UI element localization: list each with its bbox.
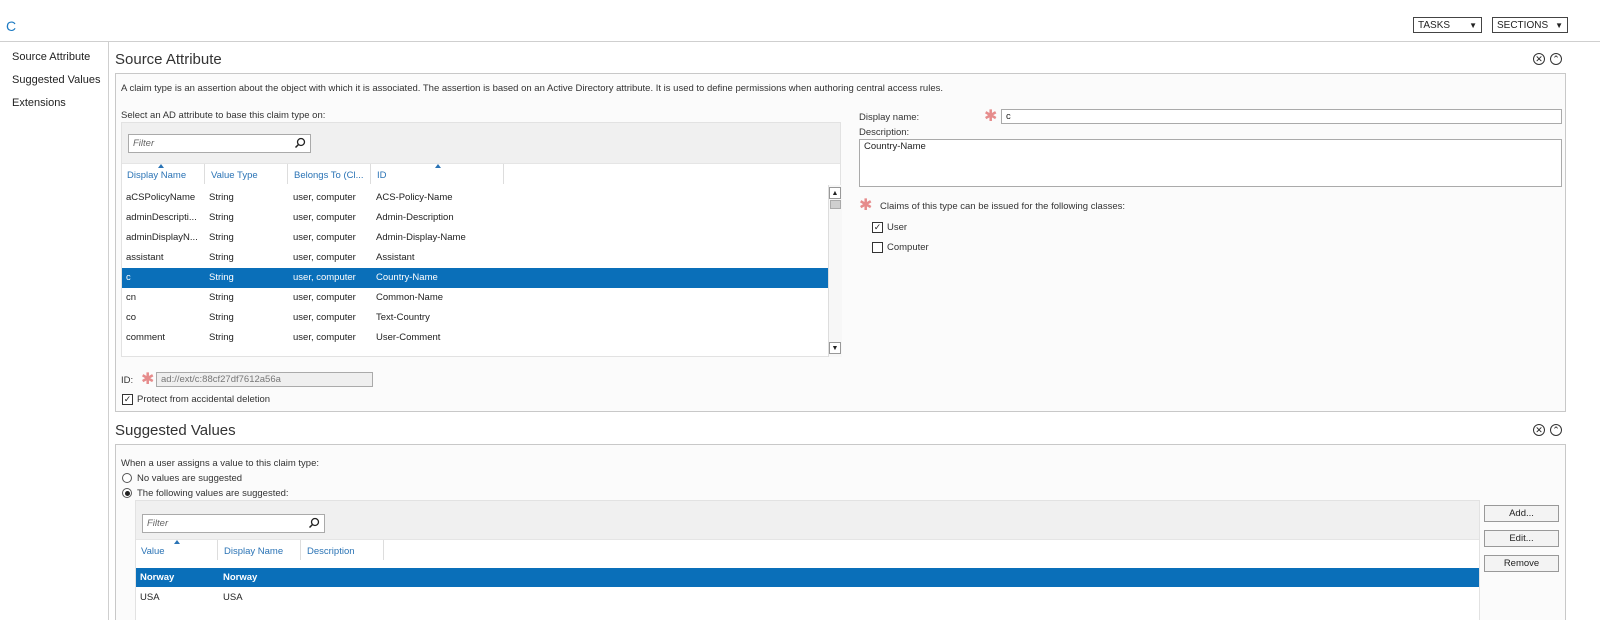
attribute-grid-header: Display Name Value Type Belongs To (Cl..… bbox=[122, 163, 840, 185]
source-attribute-panel: A claim type is an assertion about the o… bbox=[115, 73, 1566, 412]
header-divider bbox=[0, 41, 1600, 42]
tasks-button[interactable]: TASKS ▼ bbox=[1413, 17, 1482, 33]
col-id[interactable]: ID bbox=[377, 170, 387, 181]
window-title: C bbox=[6, 18, 17, 34]
table-row[interactable]: cn String user, computer Common-Name bbox=[122, 288, 828, 308]
edit-value-button[interactable]: Edit... bbox=[1484, 530, 1559, 547]
required-asterisk-icon: ✱ bbox=[141, 371, 155, 388]
select-attribute-label: Select an AD attribute to base this clai… bbox=[121, 110, 326, 121]
following-values-label: The following values are suggested: bbox=[137, 488, 289, 499]
computer-class-label: Computer bbox=[887, 242, 929, 253]
user-class-label: User bbox=[887, 222, 908, 233]
protect-label: Protect from accidental deletion bbox=[137, 394, 271, 405]
computer-class-checkbox[interactable] bbox=[872, 242, 883, 253]
table-row[interactable]: adminDescripti... String user, computer Adm… bbox=[122, 208, 828, 228]
table-row[interactable]: comment String user, computer User-Comment bbox=[122, 328, 828, 348]
no-values-radio[interactable] bbox=[122, 473, 132, 483]
attribute-grid: Filter Display Name Value Type Belongs T… bbox=[121, 122, 842, 357]
values-grid: Filter Value Display Name Description No… bbox=[135, 500, 1480, 620]
section-title-source-attribute: Source Attribute bbox=[115, 51, 222, 68]
id-field: ad://ext/c:88cf27df7612a56a bbox=[156, 372, 373, 387]
suggested-values-panel: When a user assigns a value to this clai… bbox=[115, 444, 1566, 620]
table-row[interactable]: co String user, computer Text-Country bbox=[122, 308, 828, 328]
col-belongs-to[interactable]: Belongs To (Cl... bbox=[294, 170, 364, 181]
user-class-checkbox[interactable]: ✓ bbox=[872, 222, 883, 233]
nav-item-source-attribute[interactable]: Source Attribute bbox=[12, 51, 90, 63]
col-display-name[interactable]: Display Name bbox=[127, 170, 186, 181]
scroll-up-icon[interactable]: ▲ bbox=[829, 187, 841, 199]
source-intro-text: A claim type is an assertion about the o… bbox=[121, 83, 943, 94]
protect-checkbox[interactable]: ✓ bbox=[122, 394, 133, 405]
close-section-icon[interactable]: ✕ bbox=[1533, 424, 1545, 436]
table-row-selected[interactable]: c String user, computer Country-Name bbox=[122, 268, 828, 288]
search-icon[interactable] bbox=[308, 517, 320, 529]
description-textarea[interactable]: Country-Name bbox=[859, 139, 1562, 187]
filter-placeholder: Filter bbox=[147, 518, 169, 529]
table-row[interactable]: assistant String user, computer Assistant bbox=[122, 248, 828, 268]
close-section-icon[interactable]: ✕ bbox=[1533, 53, 1545, 65]
collapse-section-icon[interactable]: ⌃ bbox=[1550, 424, 1562, 436]
table-row-selected[interactable]: Norway Norway bbox=[136, 568, 1479, 587]
nav-item-suggested-values[interactable]: Suggested Values bbox=[12, 74, 100, 86]
no-values-label: No values are suggested bbox=[137, 473, 243, 484]
sections-button[interactable]: SECTIONS ▼ bbox=[1492, 17, 1568, 33]
table-row[interactable]: aCSPolicyName String user, computer ACS-Pol… bbox=[122, 188, 828, 208]
dropdown-arrow-icon: ▼ bbox=[1469, 20, 1477, 30]
scroll-down-icon[interactable]: ▼ bbox=[829, 342, 841, 354]
col-value-type[interactable]: Value Type bbox=[211, 170, 258, 181]
classes-label: Claims of this type can be issued for th… bbox=[880, 201, 1126, 212]
table-row[interactable]: adminDisplayN... String user, computer Admi… bbox=[122, 228, 828, 248]
required-asterisk-icon: ✱ bbox=[859, 197, 873, 214]
nav-divider bbox=[108, 42, 109, 620]
required-asterisk-icon: ✱ bbox=[984, 108, 998, 125]
scroll-thumb[interactable] bbox=[830, 200, 841, 209]
section-title-suggested-values: Suggested Values bbox=[115, 422, 236, 439]
col-value[interactable]: Value bbox=[141, 546, 165, 557]
sort-asc-icon bbox=[174, 540, 180, 544]
table-row[interactable]: USA USA bbox=[136, 588, 1479, 607]
suggested-intro: When a user assigns a value to this clai… bbox=[121, 458, 320, 469]
col-description[interactable]: Description bbox=[307, 546, 355, 557]
id-label: ID: bbox=[121, 375, 134, 386]
description-label: Description: bbox=[859, 127, 910, 138]
sections-label: SECTIONS bbox=[1497, 19, 1549, 31]
attribute-filter-input[interactable]: Filter bbox=[128, 134, 311, 153]
dropdown-arrow-icon: ▼ bbox=[1555, 20, 1563, 30]
nav-item-extensions[interactable]: Extensions bbox=[12, 97, 66, 109]
add-value-button[interactable]: Add... bbox=[1484, 505, 1559, 522]
sort-asc-icon bbox=[435, 164, 441, 168]
values-filter-input[interactable]: Filter bbox=[142, 514, 325, 533]
col-display-name[interactable]: Display Name bbox=[224, 546, 283, 557]
collapse-section-icon[interactable]: ⌃ bbox=[1550, 53, 1562, 65]
search-icon[interactable] bbox=[294, 137, 306, 149]
display-name-input[interactable]: c bbox=[1001, 109, 1562, 124]
attribute-grid-body: aCSPolicyName String user, computer ACS-Pol… bbox=[122, 185, 828, 357]
values-grid-header: Value Display Name Description bbox=[136, 539, 1479, 561]
filter-placeholder: Filter bbox=[133, 138, 155, 149]
attribute-grid-scrollbar[interactable]: ▲ ▼ bbox=[828, 185, 842, 357]
display-name-label: Display name: bbox=[859, 112, 920, 123]
remove-value-button[interactable]: Remove bbox=[1484, 555, 1559, 572]
sort-asc-icon bbox=[158, 164, 164, 168]
tasks-label: TASKS bbox=[1418, 19, 1451, 31]
following-values-radio[interactable] bbox=[122, 488, 132, 498]
